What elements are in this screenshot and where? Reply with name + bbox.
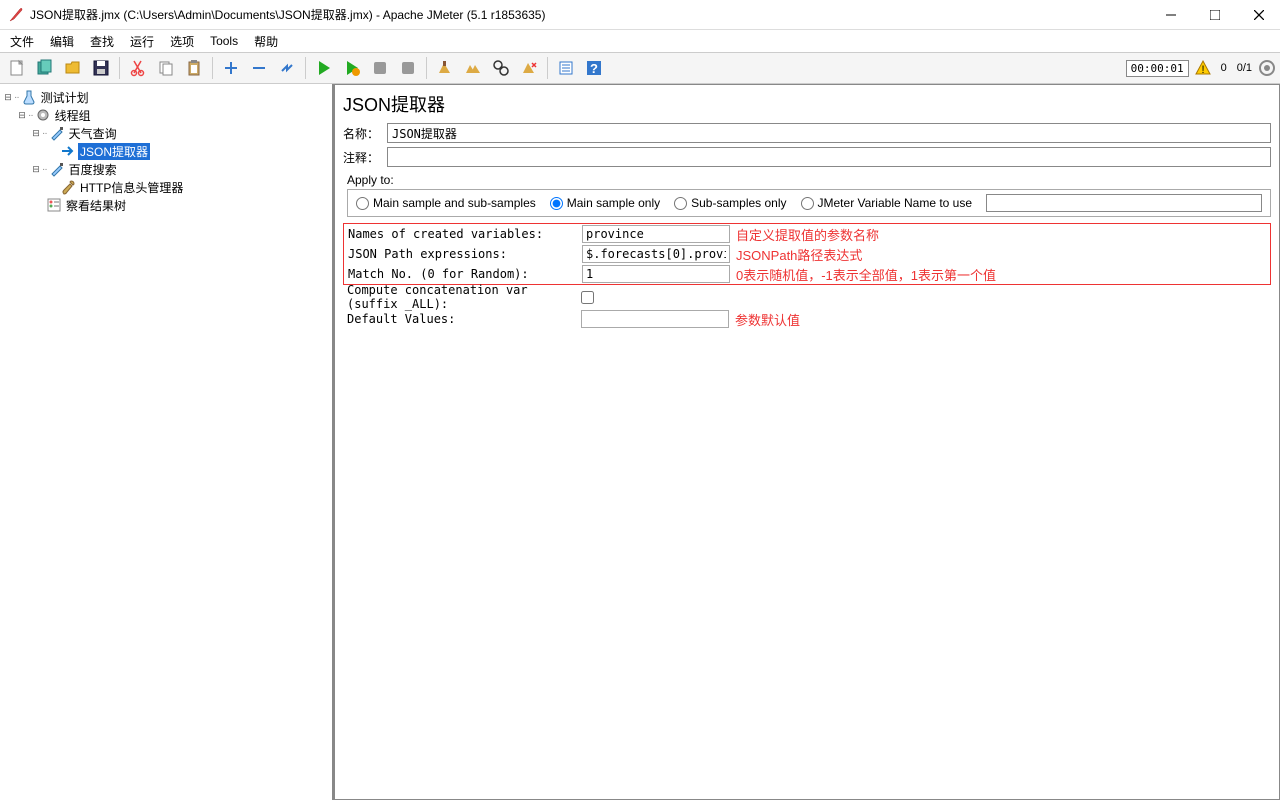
arrow-icon	[60, 143, 76, 159]
collapse-button[interactable]	[246, 55, 272, 81]
flask-icon	[21, 89, 37, 105]
wrench-icon	[60, 179, 76, 195]
clear-all-button[interactable]	[460, 55, 486, 81]
templates-button[interactable]	[32, 55, 58, 81]
radio-sub-only[interactable]: Sub-samples only	[674, 196, 786, 210]
default-values-annotation: 参数默认值	[729, 310, 1271, 329]
apply-to-label: Apply to:	[347, 173, 1271, 187]
apply-to-radios: Main sample and sub-samples Main sample …	[347, 189, 1271, 217]
pipette-icon	[49, 125, 65, 141]
start-no-pause-button[interactable]	[339, 55, 365, 81]
menubar: 文件 编辑 查找 运行 选项 Tools 帮助	[0, 30, 1280, 52]
tree-panel: ⊟·· 测试计划 ⊟·· 线程组 ⊟·· 天气查询 JSON提取器 ⊟·· 百度…	[0, 84, 334, 800]
name-label: 名称：	[343, 125, 387, 142]
parameters-grid: Names of created variables: 自定义提取值的参数名称 …	[343, 223, 1271, 285]
properties-panel: JSON提取器 名称： 注释： Apply to: Main sample an…	[334, 84, 1280, 800]
comment-input[interactable]	[387, 147, 1271, 167]
clear-button[interactable]	[432, 55, 458, 81]
close-button[interactable]	[1246, 5, 1272, 25]
match-no-annotation: 0表示随机值，-1表示全部值，1表示第一个值	[730, 265, 1270, 284]
tree-thread-group[interactable]: ⊟·· 线程组	[2, 106, 330, 124]
elapsed-time: 00:00:01	[1126, 60, 1189, 77]
menu-edit[interactable]: 编辑	[44, 31, 80, 52]
help-button[interactable]: ?	[581, 55, 607, 81]
shutdown-button[interactable]	[395, 55, 421, 81]
pipette-icon	[49, 161, 65, 177]
name-input[interactable]	[387, 123, 1271, 143]
var-names-label: Names of created variables:	[344, 227, 582, 241]
radio-main-sub[interactable]: Main sample and sub-samples	[356, 196, 536, 210]
default-values-input[interactable]	[581, 310, 729, 328]
maximize-button[interactable]	[1202, 5, 1228, 25]
open-button[interactable]	[60, 55, 86, 81]
default-values-label: Default Values:	[343, 312, 581, 326]
stop-button[interactable]	[367, 55, 393, 81]
toggle-button[interactable]	[274, 55, 300, 81]
menu-tools[interactable]: Tools	[204, 32, 244, 50]
radio-main-only[interactable]: Main sample only	[550, 196, 660, 210]
panel-title: JSON提取器	[343, 91, 1271, 117]
minimize-button[interactable]	[1158, 5, 1184, 25]
toolbar: ? 00:00:01 ! 0 0/1	[0, 52, 1280, 84]
results-tree-icon	[46, 197, 62, 213]
thread-count: 0/1	[1237, 62, 1252, 74]
match-no-label: Match No. (0 for Random):	[344, 267, 582, 281]
tree-json-extractor[interactable]: JSON提取器	[2, 142, 330, 160]
concat-checkbox[interactable]	[581, 291, 594, 304]
search-button[interactable]	[488, 55, 514, 81]
function-helper-button[interactable]	[553, 55, 579, 81]
new-button[interactable]	[4, 55, 30, 81]
svg-text:!: !	[1201, 64, 1204, 76]
json-path-input[interactable]	[582, 245, 730, 263]
save-button[interactable]	[88, 55, 114, 81]
tree-http-header-manager[interactable]: HTTP信息头管理器	[2, 178, 330, 196]
warning-icon: !	[1194, 59, 1212, 77]
tree-test-plan[interactable]: ⊟·· 测试计划	[2, 88, 330, 106]
tree-view-results[interactable]: 察看结果树	[2, 196, 330, 214]
threads-icon	[1258, 59, 1276, 77]
gear-icon	[35, 107, 51, 123]
start-button[interactable]	[311, 55, 337, 81]
svg-text:?: ?	[590, 61, 598, 76]
menu-file[interactable]: 文件	[4, 31, 40, 52]
window-titlebar: JSON提取器.jmx (C:\Users\Admin\Documents\JS…	[0, 0, 1280, 30]
concat-label: Compute concatenation var (suffix _ALL):	[343, 283, 581, 311]
expand-button[interactable]	[218, 55, 244, 81]
radio-jmeter-var[interactable]: JMeter Variable Name to use	[801, 196, 973, 210]
error-count: 0	[1221, 62, 1227, 74]
comment-label: 注释：	[343, 149, 387, 166]
var-names-input[interactable]	[582, 225, 730, 243]
cut-button[interactable]	[125, 55, 151, 81]
menu-help[interactable]: 帮助	[248, 31, 284, 52]
paste-button[interactable]	[181, 55, 207, 81]
tree-weather-sampler[interactable]: ⊟·· 天气查询	[2, 124, 330, 142]
menu-options[interactable]: 选项	[164, 31, 200, 52]
match-no-input[interactable]	[582, 265, 730, 283]
json-path-annotation: JSONPath路径表达式	[730, 245, 1270, 264]
feather-icon	[8, 7, 24, 23]
copy-button[interactable]	[153, 55, 179, 81]
tree-baidu-sampler[interactable]: ⊟·· 百度搜索	[2, 160, 330, 178]
json-path-label: JSON Path expressions:	[344, 247, 582, 261]
var-names-annotation: 自定义提取值的参数名称	[730, 225, 1270, 244]
window-title: JSON提取器.jmx (C:\Users\Admin\Documents\JS…	[30, 6, 1158, 23]
jmeter-var-input[interactable]	[986, 194, 1262, 212]
menu-search[interactable]: 查找	[84, 31, 120, 52]
reset-search-button[interactable]	[516, 55, 542, 81]
menu-run[interactable]: 运行	[124, 31, 160, 52]
